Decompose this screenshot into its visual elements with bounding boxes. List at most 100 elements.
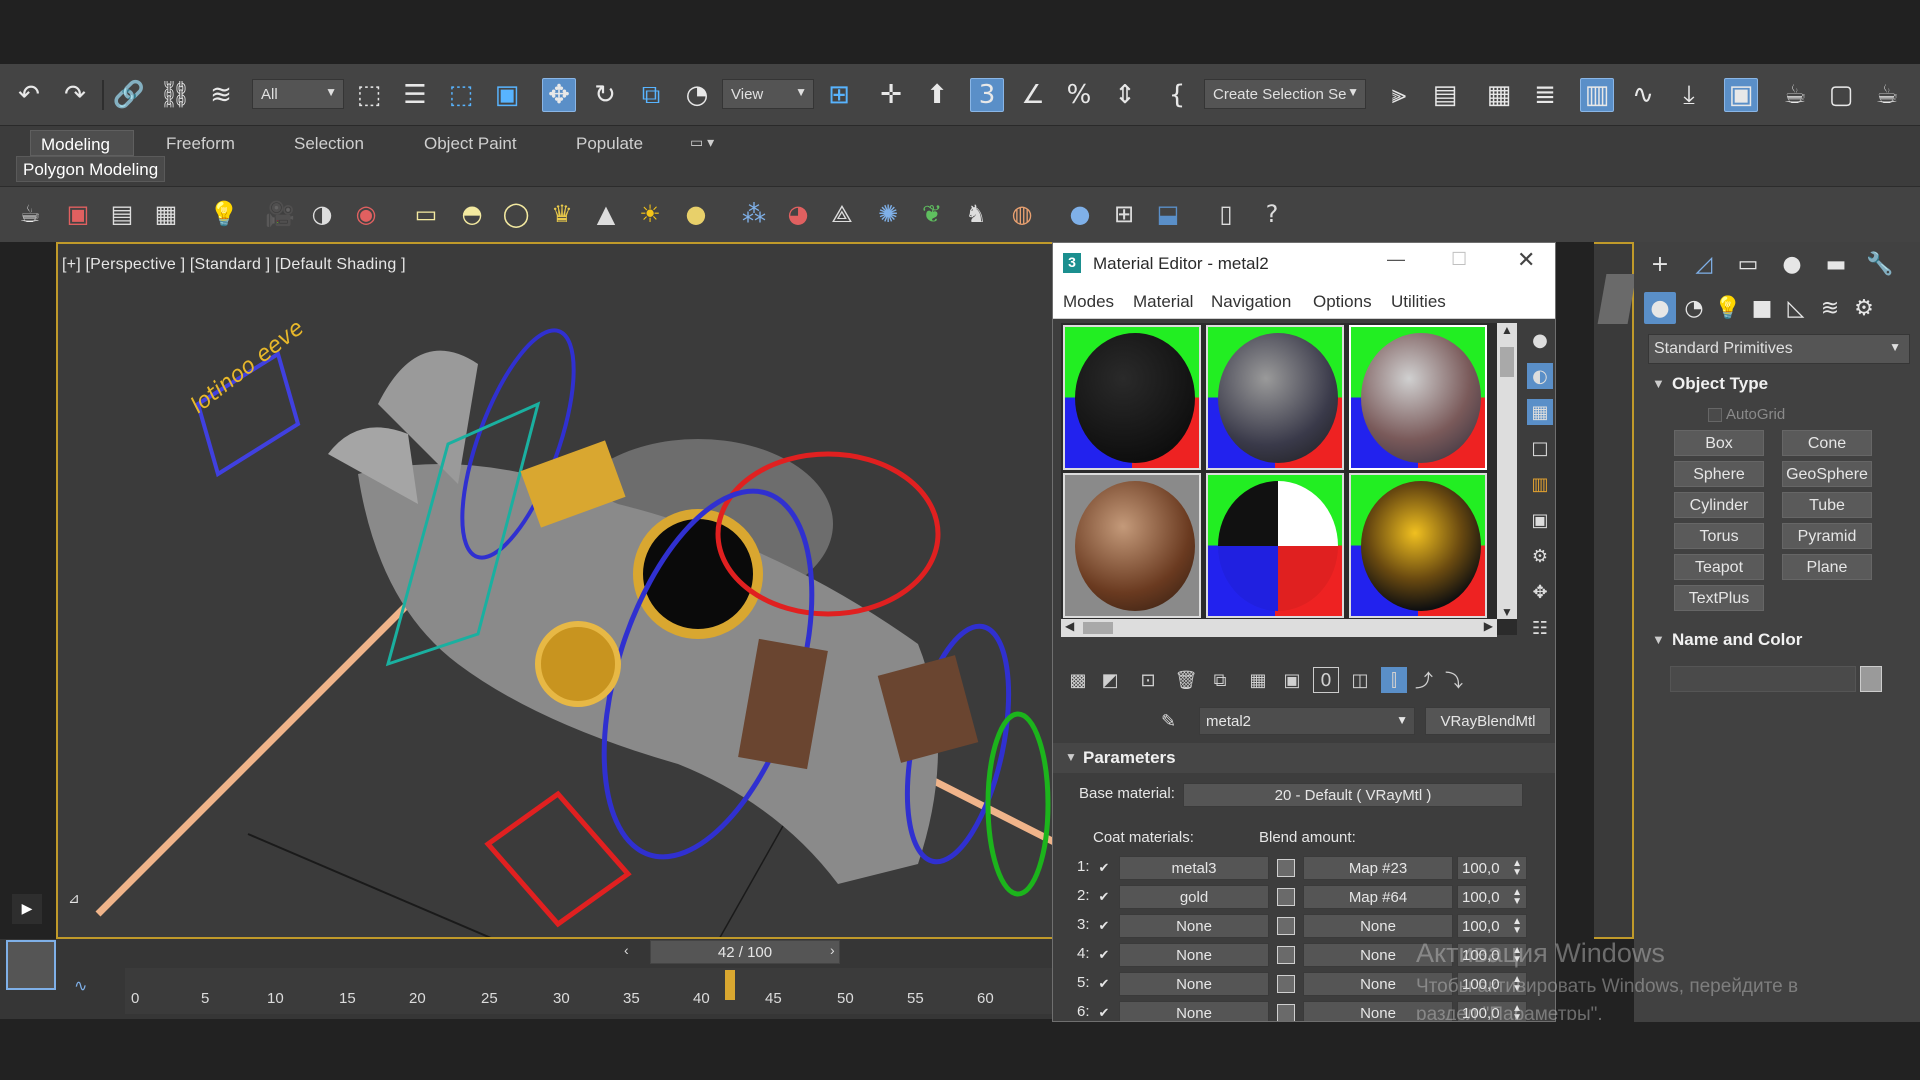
place-icon[interactable]: ◔	[680, 78, 714, 112]
tab-populate[interactable]: Populate	[566, 130, 653, 156]
material-slot[interactable]	[1206, 325, 1344, 470]
curve-editor-mini-icon[interactable]: ∿	[74, 976, 87, 996]
select-scale-icon[interactable]: ⧉	[634, 78, 668, 112]
box-button[interactable]: Box	[1674, 430, 1764, 456]
fur-icon[interactable]: ◕	[782, 198, 814, 230]
material-name-field[interactable]: metal2 ▼	[1199, 707, 1415, 735]
hair-icon[interactable]: ♞	[960, 198, 992, 230]
ribbon-toggle-icon[interactable]: ▥	[1580, 78, 1614, 112]
sun-icon[interactable]: ☀	[634, 198, 666, 230]
blend-map-button[interactable]: None	[1303, 914, 1453, 938]
blend-amount-spinner[interactable]: 100,0 ▲ ▼	[1457, 856, 1527, 880]
motion-tab-icon[interactable]: ●	[1776, 248, 1808, 280]
select-move-icon[interactable]: ✥	[542, 78, 576, 112]
select-object-icon[interactable]: ⬚	[352, 78, 386, 112]
blend-color-swatch[interactable]	[1277, 859, 1295, 877]
make-unique-icon[interactable]: ⧉	[1207, 667, 1233, 693]
bind-space-warp-icon[interactable]: ≋	[204, 78, 238, 112]
edit-named-selection-icon[interactable]: {	[1160, 78, 1194, 112]
material-map-navigator-icon[interactable]: ☷	[1527, 615, 1553, 641]
material-slot[interactable]	[1206, 473, 1344, 618]
frame-buffer-icon[interactable]: ◉	[350, 198, 382, 230]
video-color-check-icon[interactable]: ▥	[1527, 471, 1553, 497]
material-type-button[interactable]: VRayBlendMtl	[1425, 707, 1551, 735]
vray-material-sphere-icon[interactable]: ●	[1064, 198, 1096, 230]
scrollbar-thumb[interactable]	[1500, 347, 1514, 377]
pivot-center-icon[interactable]: ⊞	[822, 78, 856, 112]
schematic-view-icon[interactable]: ⤓	[1672, 78, 1706, 112]
blend-color-swatch[interactable]	[1277, 975, 1295, 993]
light-lister-icon[interactable]: 💡	[208, 198, 240, 230]
show-shaded-icon[interactable]: ◫	[1347, 667, 1373, 693]
blend-map-button[interactable]: Map #23	[1303, 856, 1453, 880]
object-name-field[interactable]	[1670, 666, 1856, 692]
material-slot-selected[interactable]	[1349, 325, 1487, 470]
minimize-icon[interactable]: —	[1387, 249, 1405, 270]
material-id-icon[interactable]: ▣	[1279, 667, 1305, 693]
blend-map-button[interactable]: Map #64	[1303, 885, 1453, 909]
scroll-up-icon[interactable]: ▲	[1501, 323, 1513, 337]
coat-material-button[interactable]: None	[1119, 943, 1269, 967]
coat-material-button[interactable]: metal3	[1119, 856, 1269, 880]
viewport-label[interactable]: [+] [Perspective ] [Standard ] [Default …	[62, 256, 406, 274]
plane-object-icon[interactable]: ⟁	[826, 198, 858, 230]
layer-explorer-icon[interactable]: ≣	[1528, 78, 1562, 112]
menu-options[interactable]: Options	[1313, 292, 1372, 312]
help-icon[interactable]: ?	[1256, 198, 1288, 230]
undo-icon[interactable]: ↶	[12, 78, 46, 112]
proxy-icon[interactable]: ⁂	[738, 198, 770, 230]
make-preview-icon[interactable]: ▣	[1527, 507, 1553, 533]
snaps-toggle-icon[interactable]: 3	[970, 78, 1004, 112]
blend-amount-spinner[interactable]: 100,0 ▲ ▼	[1457, 885, 1527, 909]
torus-button[interactable]: Torus	[1674, 523, 1764, 549]
timeline-ruler[interactable]: 0 5 10 15 20 25 30 35 40 45 50 55 60	[125, 968, 1055, 1014]
go-forward-sibling-icon[interactable]: ⤵	[1441, 667, 1467, 693]
rectangular-selection-icon[interactable]: ⬚	[444, 78, 478, 112]
keyboard-shortcut-override-icon[interactable]: ⬆	[920, 78, 954, 112]
material-slot[interactable]	[1349, 473, 1487, 618]
coat-enable-checkbox[interactable]: ✔	[1097, 1006, 1111, 1020]
coat-enable-checkbox[interactable]: ✔	[1097, 861, 1111, 875]
sample-uv-tiling-icon[interactable]: □	[1527, 435, 1553, 461]
cylinder-button[interactable]: Cylinder	[1674, 492, 1764, 518]
sample-type-icon[interactable]: ●	[1527, 327, 1553, 353]
coat-enable-checkbox[interactable]: ✔	[1097, 977, 1111, 991]
primitive-category-dropdown[interactable]: Standard Primitives ▼	[1648, 334, 1910, 364]
coat-material-button[interactable]: gold	[1119, 885, 1269, 909]
window-crossing-icon[interactable]: ▣	[490, 78, 524, 112]
material-slot[interactable]	[1063, 473, 1201, 618]
viewport-expand-button[interactable]: ▶	[12, 894, 42, 924]
scroll-right-icon[interactable]: ▶	[1484, 619, 1493, 633]
tab-freeform[interactable]: Freeform	[156, 130, 245, 156]
put-to-scene-icon[interactable]: ◩	[1097, 667, 1123, 693]
object-type-header[interactable]: Object Type	[1672, 374, 1768, 394]
pyramid-button[interactable]: Pyramid	[1782, 523, 1872, 549]
material-library-icon[interactable]: ⊞	[1108, 198, 1140, 230]
vray-fur-icon[interactable]: ❦	[916, 198, 948, 230]
display-tab-icon[interactable]: ▬	[1820, 248, 1852, 280]
subtab-polygon-modeling[interactable]: Polygon Modeling	[16, 156, 166, 182]
scene-converter-icon[interactable]: ▯	[1210, 198, 1242, 230]
align-icon[interactable]: ▤	[1428, 78, 1462, 112]
collapse-arrow-icon[interactable]: ▼	[1652, 632, 1665, 647]
object-color-swatch[interactable]	[1860, 666, 1882, 692]
assign-to-selection-icon[interactable]: ⊡	[1135, 667, 1161, 693]
ribbon-options-icon[interactable]: ▭ ▾	[680, 130, 724, 156]
geosphere-button[interactable]: GeoSphere	[1782, 461, 1872, 487]
plane-light-icon[interactable]: ▭	[410, 198, 442, 230]
blend-amount-spinner[interactable]: 100,0 ▲ ▼	[1457, 914, 1527, 938]
viewcube-icon[interactable]	[1597, 274, 1637, 324]
dome-light-icon[interactable]: ◓	[456, 198, 488, 230]
space-warps-icon[interactable]: ≋	[1814, 292, 1846, 324]
mirror-icon[interactable]: ⫸	[1382, 78, 1416, 112]
tab-selection[interactable]: Selection	[284, 130, 374, 156]
prev-frame-icon[interactable]: ‹	[624, 942, 629, 958]
close-icon[interactable]: ✕	[1517, 247, 1535, 273]
sphere-button[interactable]: Sphere	[1674, 461, 1764, 487]
mesh-light-icon[interactable]: ♛	[546, 198, 578, 230]
show-end-result-icon[interactable]: ⫿	[1381, 667, 1407, 693]
base-material-button[interactable]: 20 - Default ( VRayMtl )	[1183, 783, 1523, 807]
tube-button[interactable]: Tube	[1782, 492, 1872, 518]
options-icon[interactable]: ⚙	[1527, 543, 1553, 569]
ies-light-icon[interactable]: ▲	[590, 198, 622, 230]
